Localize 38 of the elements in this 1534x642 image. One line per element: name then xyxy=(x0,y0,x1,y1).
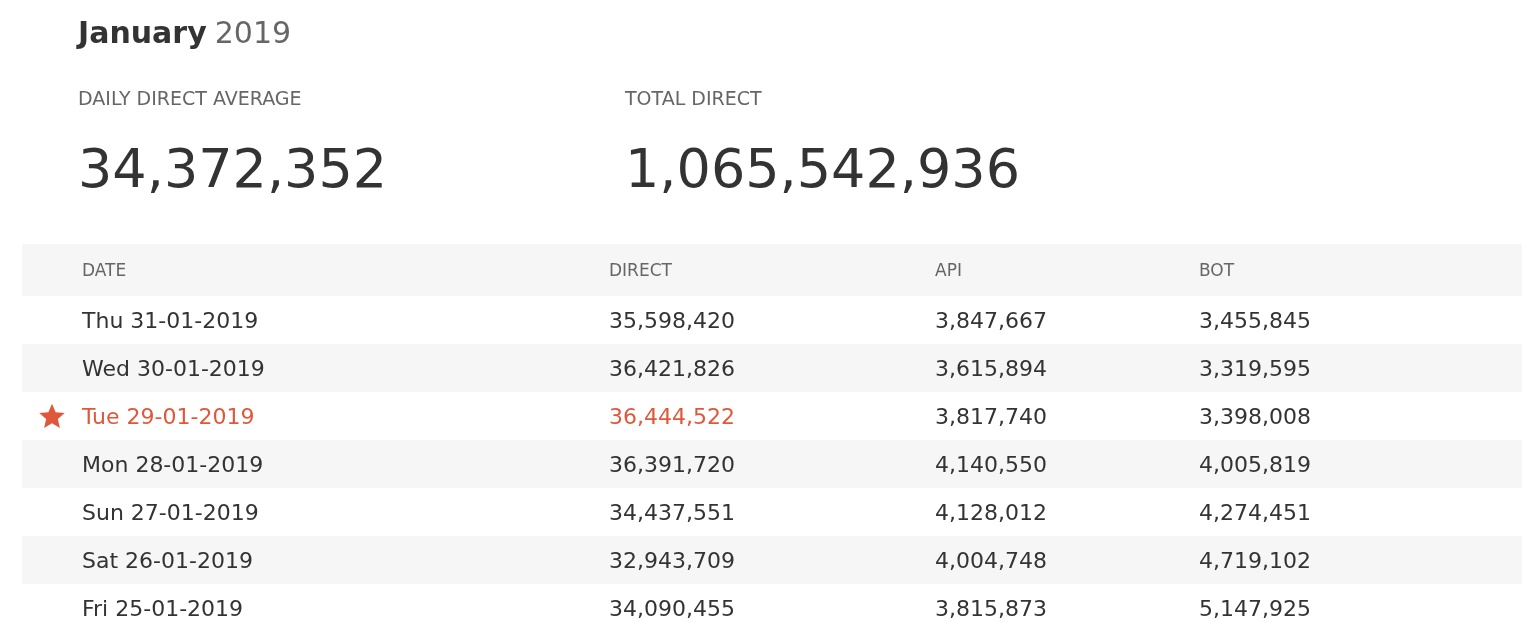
table-cell: 4,005,819 xyxy=(1199,451,1311,477)
table-cell: 3,847,667 xyxy=(935,307,1047,333)
table-cell: Mon 28-01-2019 xyxy=(82,451,264,477)
stat-value: 1,065,542,936 xyxy=(625,136,1022,202)
table-cell: 4,140,550 xyxy=(935,451,1047,477)
table-cell: 3,817,740 xyxy=(935,403,1047,429)
table-cell: Sun 27-01-2019 xyxy=(82,499,259,525)
table-cell: 4,128,012 xyxy=(935,499,1047,525)
stat-value: 34,372,352 xyxy=(78,136,389,202)
column-header: DATE xyxy=(82,260,127,280)
table-cell: Tue 29-01-2019 xyxy=(82,403,255,429)
table-cell: Sat 26-01-2019 xyxy=(82,547,253,573)
table-cell: 5,147,925 xyxy=(1199,595,1311,621)
table-cell: 34,437,551 xyxy=(609,499,735,525)
table-cell: 4,004,748 xyxy=(935,547,1047,573)
year-heading: 2019 xyxy=(214,15,292,50)
month-heading: January xyxy=(78,15,207,50)
table-cell: 3,398,008 xyxy=(1199,403,1311,429)
table-cell: Thu 31-01-2019 xyxy=(82,307,259,333)
table-cell: 36,391,720 xyxy=(609,451,735,477)
column-header: API xyxy=(935,260,962,280)
table-cell: 3,455,845 xyxy=(1199,307,1311,333)
stat-label: DAILY DIRECT AVERAGE xyxy=(78,86,303,110)
column-header: BOT xyxy=(1199,260,1235,280)
table-cell: 3,815,873 xyxy=(935,595,1047,621)
table-cell: 32,943,709 xyxy=(609,547,735,573)
table-cell: 3,319,595 xyxy=(1199,355,1311,381)
table-cell: 36,421,826 xyxy=(609,355,735,381)
column-header: DIRECT xyxy=(609,260,672,280)
table-cell: 3,615,894 xyxy=(935,355,1047,381)
stat-label: TOTAL DIRECT xyxy=(625,86,763,110)
table-cell: 4,274,451 xyxy=(1199,499,1311,525)
table-cell: 35,598,420 xyxy=(609,307,735,333)
table-cell: Wed 30-01-2019 xyxy=(82,355,265,381)
table-cell: 34,090,455 xyxy=(609,595,735,621)
table-cell: 36,444,522 xyxy=(609,403,735,429)
table-cell: Fri 25-01-2019 xyxy=(82,595,244,621)
table-cell: 4,719,102 xyxy=(1199,547,1311,573)
